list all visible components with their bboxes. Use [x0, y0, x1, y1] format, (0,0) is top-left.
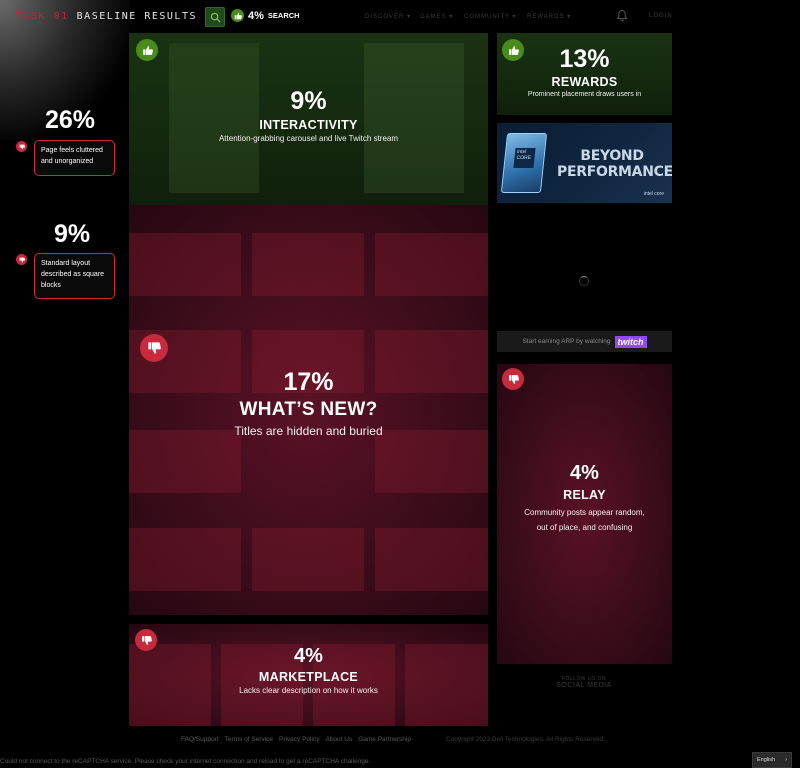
processor-image: intel CORE: [500, 133, 548, 193]
whats-new-card: 17% WHAT’S NEW? Titles are hidden and bu…: [129, 205, 488, 615]
search-stat: 4% SEARCH: [231, 9, 300, 22]
news-thumbnail: [129, 233, 241, 296]
nav-discover[interactable]: DISCOVER ▾: [365, 13, 411, 20]
thumbs-down-icon: [16, 254, 27, 265]
footer-link-partnership[interactable]: Game Partnership: [358, 736, 411, 743]
twitch-logo: twitch: [614, 335, 647, 348]
relay-card: 4% RELAY Community posts appear random, …: [497, 364, 672, 664]
interactivity-card: 9% INTERACTIVITY Attention-grabbing caro…: [129, 33, 488, 205]
thumbs-down-icon: [16, 141, 27, 152]
task-tag: TASK 01: [16, 11, 69, 22]
stat-description: Lacks clear description on how it works: [239, 686, 378, 695]
ad-headline: BEYOND PERFORMANCE: [557, 148, 672, 180]
nav-label: COMMUNITY: [464, 14, 510, 20]
language-selector[interactable]: English ›: [752, 752, 792, 768]
nav-label: DISCOVER: [365, 14, 405, 20]
page-title: TASK 01 BASELINE RESULTS: [16, 11, 197, 22]
stat-description-line2: out of place, and confusing: [536, 523, 633, 532]
stat-percent: 4%: [294, 645, 323, 667]
stat-title: RELAY: [563, 488, 606, 502]
ad-headline-line1: BEYOND: [580, 148, 644, 164]
stat-description-line1: Community posts appear random,: [524, 508, 645, 517]
footer-link-about[interactable]: About Us: [325, 736, 352, 743]
interactivity-stat: 9% INTERACTIVITY Attention-grabbing caro…: [129, 87, 488, 143]
footer-link-privacy[interactable]: Privacy Policy: [279, 736, 319, 743]
news-thumbnail: [252, 233, 364, 296]
stat-description: Prominent placement draws users in: [527, 91, 642, 98]
footer-links: FAQ/Support Terms of Service Privacy Pol…: [181, 736, 411, 743]
top-bar: TASK 01 BASELINE RESULTS 4% SEARCH DISCOV…: [0, 0, 800, 33]
login-link[interactable]: LOGIN: [649, 13, 673, 19]
stat-description: Attention-grabbing carousel and live Twi…: [218, 134, 399, 143]
thumbs-down-icon: [140, 334, 168, 362]
stat-percent: 17%: [283, 368, 334, 396]
search-icon: [210, 12, 221, 23]
news-thumbnail: [375, 430, 488, 493]
thumbs-down-icon: [135, 629, 157, 651]
marketplace-card: 4% MARKETPLACE Lacks clear description o…: [129, 624, 488, 726]
captcha-error-text: Could not connect to the reCAPTCHA servi…: [0, 758, 371, 765]
note-text: Page feels cluttered and unorganized: [34, 140, 115, 176]
stat-percent: 4%: [570, 462, 599, 484]
social-media-block: FOLLOW US ON SOCIAL MEDIA: [528, 676, 640, 689]
nav-rewards[interactable]: REWARDS ▾: [527, 13, 571, 20]
news-thumbnail: [375, 528, 488, 591]
thumbs-up-icon: [231, 9, 244, 22]
language-label: English: [757, 757, 776, 763]
stat-description: Titles are hidden and buried: [234, 424, 383, 438]
note-percent: 26%: [45, 106, 96, 134]
footer-link-terms[interactable]: Terms of Service: [225, 736, 273, 743]
ad-headline-line2: PERFORMANCE: [557, 164, 672, 180]
nav-label: REWARDS: [527, 14, 565, 20]
thumbs-down-icon: [502, 368, 524, 390]
bell-icon[interactable]: [616, 9, 628, 22]
chip-label: intel CORE: [513, 148, 536, 168]
intel-logo: intel core: [643, 190, 664, 197]
intel-ad-banner[interactable]: intel CORE BEYOND PERFORMANCE intel core: [497, 123, 672, 203]
nav-community[interactable]: COMMUNITY ▾: [464, 13, 517, 20]
news-thumbnail: [129, 528, 241, 591]
news-thumbnail: [129, 430, 241, 493]
thumbs-up-icon: [136, 39, 158, 61]
stat-title: MARKETPLACE: [258, 670, 359, 684]
twitch-text: Start earning ARP by watching: [522, 338, 611, 345]
chevron-right-icon: ›: [785, 757, 787, 763]
twitch-banner[interactable]: Start earning ARP by watching twitch: [497, 331, 672, 352]
footer-link-faq[interactable]: FAQ/Support: [181, 736, 219, 743]
search-label: SEARCH: [267, 11, 300, 20]
marketplace-stat: 4% MARKETPLACE Lacks clear description o…: [129, 645, 488, 695]
stat-title: INTERACTIVITY: [259, 118, 358, 132]
thumbs-up-icon: [502, 39, 524, 61]
copyright-text: Copyright 2023 Dell Technologies. All Ri…: [446, 736, 605, 743]
search-percent: 4%: [248, 9, 264, 22]
relay-stat: 4% RELAY Community posts appear random, …: [497, 462, 672, 535]
search-button[interactable]: [205, 7, 225, 27]
note-percent: 9%: [54, 220, 91, 248]
nav-label: GAMES: [420, 14, 447, 20]
nav-games[interactable]: GAMES ▾: [420, 13, 453, 20]
note-text: Standard layout described as square bloc…: [34, 253, 115, 299]
news-thumbnail: [252, 528, 364, 591]
baseline-title: BASELINE RESULTS: [76, 11, 197, 22]
stat-percent: 9%: [290, 87, 327, 115]
stat-title: WHAT’S NEW?: [239, 399, 378, 420]
whats-new-stat: 17% WHAT’S NEW? Titles are hidden and bu…: [129, 368, 488, 438]
social-media-text: SOCIAL MEDIA: [556, 682, 612, 689]
stat-title: REWARDS: [551, 75, 618, 89]
news-thumbnail: [375, 233, 488, 296]
loading-spinner: [579, 276, 589, 286]
